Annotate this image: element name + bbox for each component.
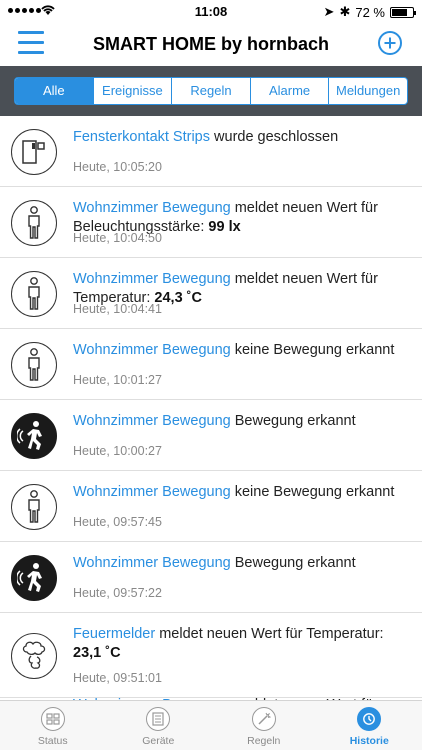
- tab-geraete[interactable]: Geräte: [106, 701, 212, 750]
- person-standing-icon: [11, 342, 57, 388]
- history-timestamp: Heute, 09:57:22: [73, 586, 162, 600]
- history-timestamp: Heute, 10:05:20: [73, 160, 162, 174]
- history-timestamp: Heute, 10:01:27: [73, 373, 162, 387]
- history-row[interactable]: Wohnzimmer Bewegung meldet neuen Wert fü…: [0, 187, 422, 258]
- filter-tab-ereignisse[interactable]: Ereignisse: [92, 78, 172, 104]
- history-list[interactable]: Fensterkontakt Strips wurde geschlossen H…: [0, 116, 422, 700]
- battery-icon: [390, 6, 416, 18]
- device-link[interactable]: Fensterkontakt Strips: [73, 129, 210, 145]
- history-timestamp: Heute, 10:04:50: [73, 231, 162, 245]
- tab-label: Geräte: [142, 735, 175, 747]
- history-message: Wohnzimmer Bewegung Bewegung erkannt: [73, 554, 412, 573]
- history-timestamp: Heute, 09:51:01: [73, 671, 162, 685]
- history-row[interactable]: Wohnzimmer Bewegung Bewegung erkannt Heut…: [0, 542, 422, 613]
- person-standing-icon: [11, 271, 57, 317]
- filter-tab-regeln[interactable]: Regeln: [171, 78, 250, 104]
- device-link[interactable]: Wohnzimmer Bewegung: [73, 200, 231, 216]
- history-text: keine Bewegung erkannt: [230, 342, 395, 358]
- tab-label: Historie: [349, 735, 389, 747]
- device-link[interactable]: Wohnzimmer Bewegung: [73, 271, 231, 287]
- tab-label: Regeln: [247, 735, 281, 747]
- device-link[interactable]: Wohnzimmer Bewegung: [73, 342, 231, 358]
- history-timestamp: Heute, 10:04:41: [73, 302, 162, 316]
- history-icon: [357, 707, 382, 731]
- history-message: Wohnzimmer Bewegung Bewegung erkannt: [73, 412, 412, 431]
- tab-label: Status: [37, 735, 68, 747]
- smoke-detector-icon: [11, 633, 57, 679]
- history-value: 99 lx: [208, 219, 241, 235]
- tab-regeln[interactable]: Regeln: [211, 701, 317, 750]
- filter-tab-alle[interactable]: Alle: [15, 78, 93, 104]
- person-walking-icon: [11, 413, 57, 459]
- history-message: Wohnzimmer Bewegung keine Bewegung erkan…: [73, 483, 412, 502]
- history-message: Fensterkontakt Strips wurde geschlossen: [73, 128, 412, 147]
- filter-bar: Alle Ereignisse Regeln Alarme Meldungen: [0, 66, 422, 116]
- history-message: Feuermelder meldet neuen Wert für Temper…: [73, 625, 412, 663]
- navigation-bar: SMART HOME by hornbach: [0, 22, 422, 66]
- person-standing-icon: [11, 484, 57, 530]
- history-message: Wohnzimmer Bewegung keine Bewegung erkan…: [73, 341, 412, 360]
- tab-status[interactable]: Status: [0, 701, 106, 750]
- history-timestamp: Heute, 09:57:45: [73, 515, 162, 529]
- history-text: meldet neuen Wert für Temperatur:: [155, 626, 384, 642]
- history-text: Bewegung erkannt: [230, 555, 356, 571]
- device-link[interactable]: Feuermelder: [73, 626, 155, 642]
- device-link[interactable]: Wohnzimmer Bewegung: [73, 413, 231, 429]
- filter-tab-meldungen[interactable]: Meldungen: [328, 78, 407, 104]
- add-button[interactable]: [378, 31, 402, 55]
- filter-tab-alarme[interactable]: Alarme: [249, 78, 329, 104]
- history-text: Bewegung erkannt: [230, 413, 356, 429]
- person-walking-icon: [11, 555, 57, 601]
- history-row[interactable]: Feuermelder meldet neuen Wert für Temper…: [0, 613, 422, 698]
- location-icon: ➤: [323, 4, 335, 19]
- page-title: SMART HOME by hornbach: [92, 34, 329, 54]
- devices-icon: [146, 707, 171, 731]
- bluetooth-icon: ✱: [339, 4, 351, 19]
- history-row[interactable]: Wohnzimmer Bewegung meldet neuen Wert fü…: [0, 258, 422, 329]
- history-row[interactable]: Wohnzimmer Bewegung keine Bewegung erkan…: [0, 471, 422, 542]
- person-standing-icon: [11, 200, 57, 246]
- rules-icon: [251, 707, 276, 731]
- tab-historie[interactable]: Historie: [317, 701, 422, 750]
- history-value: 23,1 ˚C: [73, 645, 121, 661]
- device-link[interactable]: Wohnzimmer Bewegung: [73, 555, 231, 571]
- status-icon: [40, 707, 65, 731]
- history-text: keine Bewegung erkannt: [230, 484, 395, 500]
- door-contact-icon: [11, 129, 57, 175]
- device-link[interactable]: Wohnzimmer Bewegung: [73, 484, 231, 500]
- status-bar: 11:08 ➤ ✱ 72 %: [0, 0, 422, 22]
- history-text: wurde geschlossen: [210, 129, 339, 145]
- battery-percent: 72 %: [355, 4, 385, 20]
- history-row[interactable]: Wohnzimmer Bewegung keine Bewegung erkan…: [0, 329, 422, 400]
- history-row[interactable]: Wohnzimmer Bewegung Bewegung erkannt Heut…: [0, 400, 422, 471]
- history-timestamp: Heute, 10:00:27: [73, 444, 162, 458]
- filter-segmented-control: Alle Ereignisse Regeln Alarme Meldungen: [14, 77, 408, 105]
- tab-bar: Status Geräte Regeln Historie: [0, 700, 422, 750]
- history-row[interactable]: Fensterkontakt Strips wurde geschlossen H…: [0, 116, 422, 187]
